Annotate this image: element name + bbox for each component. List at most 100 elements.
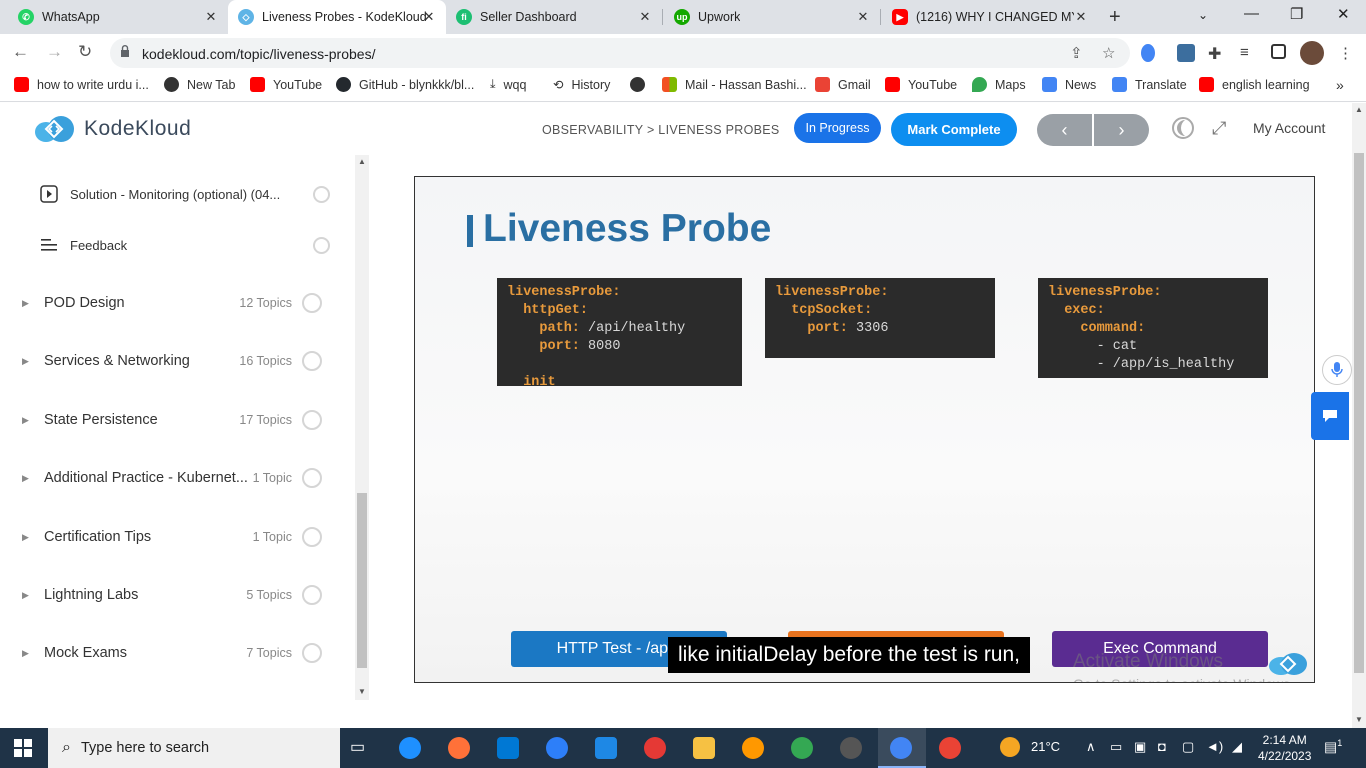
forward-icon[interactable]: → [46,42,63,62]
settings-app-icon[interactable] [742,737,764,759]
file-explorer-icon[interactable] [693,737,715,759]
bookmark-item[interactable]: YouTube [885,77,957,92]
weather-icon[interactable] [1000,737,1020,757]
network-device-icon[interactable]: ▣ [1134,739,1146,755]
sidebar-scroll-thumb[interactable] [357,493,367,668]
bookmark-item[interactable]: english learning [1199,77,1310,92]
bookmark-item[interactable]: New Tab [164,77,235,92]
temperature[interactable]: 21°C [1031,739,1060,754]
tab-search-icon[interactable]: ⌄ [1198,8,1208,22]
bookmark-item[interactable]: YouTube [250,77,322,92]
profile-avatar[interactable] [1300,41,1324,65]
minimize-button[interactable]: — [1244,5,1259,22]
extensions-puzzle-icon[interactable]: ✚ [1208,44,1226,63]
wifi-icon[interactable]: ◢ [1232,739,1242,755]
voice-input-icon[interactable] [1322,355,1352,385]
tab-upwork[interactable]: up Upwork ✕ [664,0,880,34]
bookmark-item[interactable] [630,77,653,92]
page-scroll-thumb[interactable] [1354,153,1364,673]
chrome-profile-h-icon[interactable] [939,737,961,759]
tab-seller-dashboard[interactable]: fi Seller Dashboard ✕ [446,0,662,34]
tab-kodekloud[interactable]: ◇ Liveness Probes - KodeKloud ✕ [228,0,446,34]
store-icon[interactable] [497,737,519,759]
display-icon[interactable]: ▢ [1182,739,1194,755]
mail-icon[interactable] [595,737,617,759]
task-view-icon[interactable]: ▭ [350,737,372,759]
bookmark-item[interactable]: Mail - Hassan Bashi... [662,77,807,92]
system-clock[interactable]: 2:14 AM 4/22/2023 [1258,732,1311,764]
telegram-icon[interactable] [546,737,568,759]
bookmark-star-icon[interactable]: ☆ [1102,44,1115,62]
menu-icon[interactable]: ⋮ [1338,44,1356,62]
volume-icon[interactable]: ◄) [1206,739,1223,754]
previous-lesson-button[interactable]: ‹ [1037,114,1092,146]
windows-start-icon[interactable] [14,739,32,757]
next-lesson-button[interactable]: › [1094,114,1149,146]
bookmark-item[interactable]: Maps [972,77,1026,92]
bookmark-item[interactable]: Gmail [815,77,871,92]
section-state-persistence[interactable]: ▶ State Persistence 17 Topics [22,405,332,435]
scroll-up-icon[interactable]: ▲ [358,157,366,166]
tray-chevron-icon[interactable]: ∧ [1086,739,1096,755]
scroll-up-icon[interactable]: ▲ [1355,105,1363,114]
breadcrumb[interactable]: OBSERVABILITY > LIVENESS PROBES [542,123,780,137]
bookmark-item[interactable]: News [1042,77,1096,92]
url-text[interactable]: kodekloud.com/topic/liveness-probes/ [142,46,375,62]
scroll-down-icon[interactable]: ▼ [1355,715,1363,724]
bookmark-item[interactable]: Translate [1112,77,1187,92]
close-icon[interactable]: ✕ [1074,10,1088,24]
chrome-icon[interactable] [791,737,813,759]
tab-youtube[interactable]: ▶ (1216) WHY I CHANGED MY ✕ [882,0,1098,34]
tab-whatsapp[interactable]: ✆ WhatsApp ✕ [8,0,228,34]
scroll-down-icon[interactable]: ▼ [358,687,366,696]
dark-mode-icon[interactable] [1171,116,1195,140]
close-icon[interactable]: ✕ [204,10,218,24]
sidepanel-icon[interactable] [1271,44,1286,59]
omnibox[interactable]: kodekloud.com/topic/liveness-probes/ ⇪ ☆ [110,38,1130,68]
notification-center-icon[interactable]: ▤1 [1324,738,1342,756]
chrome-profile-icon[interactable] [890,737,912,759]
download-extension-icon[interactable] [1177,44,1195,62]
section-lightning-labs[interactable]: ▶ Lightning Labs 5 Topics [22,580,332,610]
camera-icon[interactable]: ◘ [1158,739,1166,754]
section-services-networking[interactable]: ▶ Services & Networking 16 Topics [22,346,332,376]
taskbar-search-input[interactable]: ⌕ Type here to search [48,728,340,768]
lesson-item[interactable]: Feedback [40,230,340,260]
restore-button[interactable]: ❐ [1290,5,1303,23]
obs-icon[interactable] [840,737,862,759]
bookmark-item[interactable]: GitHub - blynkkk/bl... [336,77,474,92]
new-tab-button[interactable]: + [1109,6,1121,29]
close-icon[interactable]: ✕ [422,10,436,24]
kodekloud-watermark-icon [1269,653,1307,675]
sidebar-scrollbar[interactable]: ▲ ▼ [355,155,369,700]
voice-extension-icon[interactable] [1141,44,1155,62]
bookmark-item[interactable]: ⟲ History [553,77,610,93]
mark-complete-button[interactable]: Mark Complete [891,113,1017,146]
battery-icon[interactable]: ▭ [1110,739,1122,755]
my-account-link[interactable]: My Account [1253,120,1325,136]
section-pod-design[interactable]: ▶ POD Design 12 Topics [22,288,332,318]
close-icon[interactable]: ✕ [856,10,870,24]
chat-widget-button[interactable] [1311,392,1349,440]
fullscreen-icon[interactable]: ⤢ [1212,118,1226,139]
firefox-icon[interactable] [448,737,470,759]
app-icon[interactable] [644,737,666,759]
section-mock-exams[interactable]: ▶ Mock Exams 7 Topics [22,638,332,668]
back-icon[interactable]: ← [12,42,29,62]
section-certification-tips[interactable]: ▶ Certification Tips 1 Topic [22,522,332,552]
media-icon[interactable]: ≡ [1240,44,1258,62]
more-bookmarks-icon[interactable]: » [1336,77,1344,93]
lesson-item[interactable]: Solution - Monitoring (optional) (04... [40,179,340,209]
close-window-button[interactable]: ✕ [1337,5,1350,23]
edge-icon[interactable] [399,737,421,759]
reload-icon[interactable]: ↻ [78,42,92,62]
bookmark-item[interactable]: ⤓ wqq [490,77,526,92]
video-player[interactable]: Liveness Probe livenessProbe: httpGet: p… [414,176,1315,683]
kodekloud-logo[interactable]: KodeKloud [34,115,191,143]
page-scrollbar[interactable]: ▲ ▼ [1352,103,1366,728]
bookmark-item[interactable]: how to write urdu i... [14,77,149,92]
fiverr-icon: fi [456,9,472,25]
close-icon[interactable]: ✕ [638,10,652,24]
share-icon[interactable]: ⇪ [1070,44,1083,62]
section-additional-practice[interactable]: ▶ Additional Practice - Kubernet... 1 To… [22,463,332,493]
